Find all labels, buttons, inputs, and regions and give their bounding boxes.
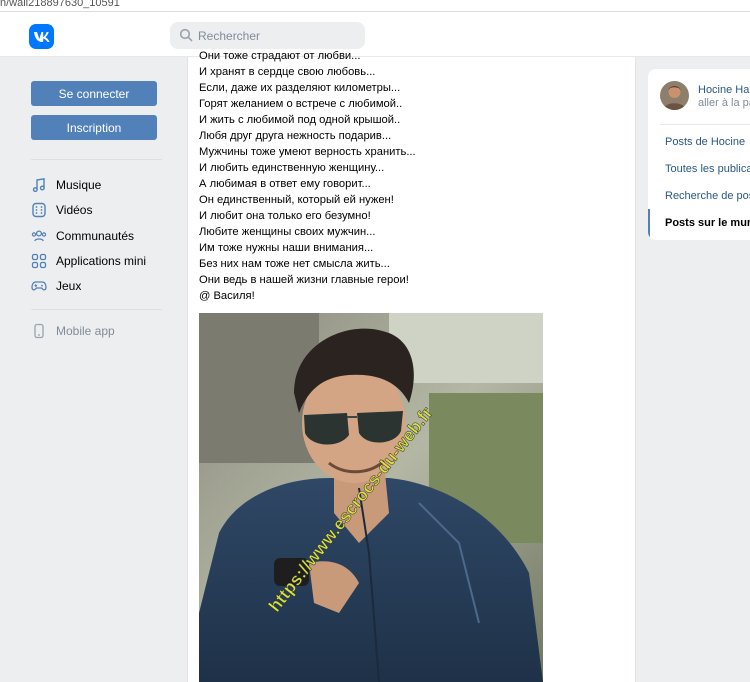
profile-name[interactable]: Hocine Hamdani [698,84,750,96]
sidebar-item-label: Musique [56,178,102,192]
profile-posts-link[interactable]: Posts de Hocine [665,136,745,148]
sidebar-divider [31,159,162,160]
all-publications-link[interactable]: Toutes les publications [665,163,750,175]
signup-button[interactable]: Inscription [31,115,157,140]
phone-icon [31,323,47,339]
watermark-text: https://www.escrocs-du-web.fr [264,403,436,616]
wall-posts-link[interactable]: Posts sur le mur [665,217,750,229]
sidebar-item-apps[interactable]: Applications mini [31,251,146,271]
sidebar-item-communities[interactable]: Communautés [31,226,134,246]
post-text-line: Он единственный, который ей нужен! [199,194,394,206]
post-text-line: Они ведь в нашей жизни главные герои! [199,274,409,286]
sidebar-item-videos[interactable]: Vidéos [31,200,92,220]
apps-icon [31,253,47,269]
browser-address-bar[interactable]: n/wall218897630_10591 [0,0,750,12]
search-input[interactable] [198,22,358,49]
post-photo[interactable]: https://www.escrocs-du-web.fr [199,313,543,682]
login-button[interactable]: Se connecter [31,81,157,106]
post-mention[interactable]: @ Василя! [199,290,255,302]
post-text-line: А любимая в ответ ему говорит... [199,178,371,190]
post-text-line: И любить единственную женщину... [199,162,385,174]
post-text-line: И хранят в сердце свою любовь... [199,66,376,78]
active-indicator [648,209,650,237]
communities-icon [31,228,47,244]
sidebar-item-label: Vidéos [56,203,93,217]
panel-divider [660,124,750,125]
post-text-line: Любя друг друга нежность подарив... [199,130,392,142]
post-text-line: Горят желанием о встрече с любимой.. [199,98,403,110]
post-text-line: Они тоже страдают от любви... [199,50,361,62]
profile-subtitle[interactable]: aller à la page [698,97,750,109]
sidebar-divider [31,309,162,310]
sidebar-item-mobile-app[interactable]: Mobile app [31,321,115,341]
post-text-line: И жить с любимой под одной крышой.. [199,114,401,126]
search-box[interactable] [170,22,365,49]
sidebar-item-games[interactable]: Jeux [31,276,81,296]
sidebar-item-label: Mobile app [56,324,115,338]
post-text-line: Любите женщины своих мужчин... [199,226,376,238]
search-posts-link[interactable]: Recherche de posts [665,190,750,202]
avatar[interactable] [660,81,689,110]
post-text-line: Мужчины тоже умеют верность хранить... [199,146,416,158]
top-header [0,12,750,57]
post-text-line: И любит она только его безумно! [199,210,371,222]
gamepad-icon [31,278,47,294]
search-icon [179,28,193,42]
video-icon [31,202,47,218]
sidebar-item-label: Jeux [56,279,82,293]
post-text-line: Без них нам тоже нет смысла жить... [199,258,390,270]
sidebar-item-music[interactable]: Musique [31,175,101,195]
music-icon [31,177,47,193]
sidebar-item-label: Communautés [56,229,135,243]
url-text: n/wall218897630_10591 [0,0,120,9]
post-text-line: Им тоже нужны наши внимания... [199,242,374,254]
profile-panel: Hocine Hamdani aller à la page Posts de … [648,69,750,240]
sidebar-item-label: Applications mini [56,254,147,268]
vk-logo-icon[interactable] [29,24,54,49]
post-text-line: Если, даже их разделяют километры... [199,82,401,94]
